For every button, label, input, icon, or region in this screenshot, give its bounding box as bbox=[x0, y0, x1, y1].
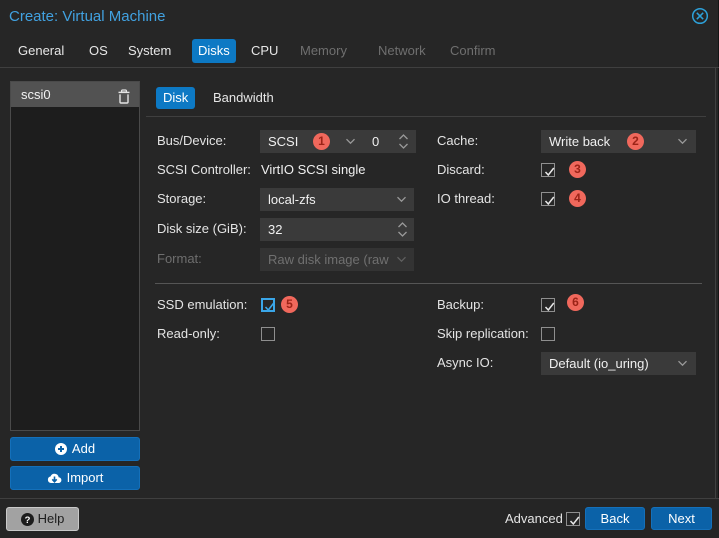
chevron-down-icon bbox=[678, 138, 687, 145]
create-vm-dialog: Create: Virtual Machine General OS Syste… bbox=[0, 0, 719, 538]
help-button-label: Help bbox=[37, 511, 65, 526]
ssd-emulation-checkbox[interactable] bbox=[261, 298, 275, 312]
disk-size-value: 32 bbox=[268, 222, 283, 237]
spinner-arrows-icon bbox=[398, 222, 407, 237]
annotation-badge-5: 5 bbox=[281, 296, 298, 313]
add-button[interactable]: Add bbox=[10, 437, 140, 461]
bus-device-combo[interactable]: SCSI 1 0 bbox=[260, 130, 416, 153]
panel-tab-separator bbox=[146, 116, 706, 117]
backup-label: Backup: bbox=[437, 297, 484, 312]
disk-size-label: Disk size (GiB): bbox=[157, 221, 247, 236]
backup-checkbox[interactable] bbox=[541, 298, 555, 312]
advanced-checkbox[interactable] bbox=[566, 512, 580, 526]
plus-circle-icon bbox=[54, 443, 67, 455]
tab-system[interactable]: System bbox=[128, 38, 171, 64]
storage-value: local-zfs bbox=[268, 192, 316, 207]
annotation-badge-6: 6 bbox=[567, 294, 584, 311]
check-icon bbox=[569, 516, 579, 525]
format-label: Format: bbox=[157, 251, 202, 266]
tabbar-separator bbox=[0, 67, 719, 68]
dialog-title: Create: Virtual Machine bbox=[9, 8, 166, 25]
footer-bar: ? Help Advanced Back Next bbox=[0, 498, 719, 538]
close-icon[interactable] bbox=[691, 7, 709, 25]
tab-cpu[interactable]: CPU bbox=[251, 38, 278, 64]
cache-label: Cache: bbox=[437, 133, 479, 148]
tab-bandwidth[interactable]: Bandwidth bbox=[213, 87, 274, 109]
bus-device-label: Bus/Device: bbox=[157, 133, 227, 148]
disk-list-item-scsi0[interactable]: scsi0 bbox=[11, 82, 139, 107]
annotation-badge-1: 1 bbox=[313, 133, 330, 150]
chevron-down-icon bbox=[397, 256, 406, 263]
question-circle-icon: ? bbox=[20, 512, 34, 526]
read-only-label: Read-only: bbox=[157, 326, 220, 341]
chevron-down-icon bbox=[397, 196, 406, 203]
discard-checkbox[interactable] bbox=[541, 163, 555, 177]
ssd-emulation-label: SSD emulation: bbox=[157, 297, 248, 312]
back-button[interactable]: Back bbox=[585, 507, 645, 530]
tab-disk[interactable]: Disk bbox=[156, 87, 196, 109]
read-only-checkbox[interactable] bbox=[261, 327, 275, 341]
disk-list-panel: scsi0 bbox=[10, 81, 140, 431]
format-combo: Raw disk image (raw bbox=[260, 248, 414, 271]
spinner-arrows-icon bbox=[399, 134, 408, 149]
advanced-label: Advanced bbox=[505, 511, 563, 526]
import-button[interactable]: Import bbox=[10, 466, 140, 490]
advanced-divider bbox=[155, 283, 702, 284]
tab-memory: Memory bbox=[300, 43, 347, 58]
next-button[interactable]: Next bbox=[651, 507, 712, 530]
help-button[interactable]: ? Help bbox=[6, 507, 79, 531]
io-thread-checkbox[interactable] bbox=[541, 192, 555, 206]
async-io-label: Async IO: bbox=[437, 355, 494, 370]
check-icon bbox=[544, 196, 554, 205]
skip-replication-checkbox[interactable] bbox=[541, 327, 555, 341]
tab-general[interactable]: General bbox=[18, 38, 64, 64]
annotation-badge-4: 4 bbox=[569, 190, 586, 207]
async-io-combo[interactable]: Default (io_uring) bbox=[541, 352, 696, 375]
tab-network: Network bbox=[378, 43, 426, 58]
storage-label: Storage: bbox=[157, 191, 207, 206]
bus-device-port-value: 0 bbox=[372, 134, 380, 149]
cloud-import-icon bbox=[47, 473, 61, 484]
wizard-tabbar: General OS System Disks CPU Memory Netwo… bbox=[0, 38, 719, 67]
disk-item-label: scsi0 bbox=[21, 87, 51, 102]
check-icon bbox=[264, 302, 274, 311]
check-icon bbox=[544, 302, 554, 311]
tab-confirm: Confirm bbox=[450, 43, 496, 58]
panel-right-border bbox=[715, 67, 716, 499]
tab-disks[interactable]: Disks bbox=[192, 39, 236, 63]
scsi-controller-label: SCSI Controller: bbox=[157, 162, 251, 177]
chevron-down-icon bbox=[346, 138, 355, 145]
chevron-down-icon bbox=[678, 360, 687, 367]
bus-device-value: SCSI bbox=[268, 134, 299, 149]
discard-label: Discard: bbox=[437, 162, 485, 177]
import-button-label: Import bbox=[66, 470, 104, 485]
check-icon bbox=[544, 167, 554, 176]
delete-disk-icon[interactable] bbox=[117, 87, 131, 104]
annotation-badge-3: 3 bbox=[569, 161, 586, 178]
format-value: Raw disk image (raw bbox=[268, 252, 389, 267]
annotation-badge-2: 2 bbox=[627, 133, 644, 150]
io-thread-label: IO thread: bbox=[437, 191, 495, 206]
skip-replication-label: Skip replication: bbox=[437, 326, 529, 341]
add-button-label: Add bbox=[71, 441, 96, 456]
cache-combo[interactable]: Write back 2 bbox=[541, 130, 696, 153]
cache-value: Write back bbox=[549, 134, 611, 149]
storage-combo[interactable]: local-zfs bbox=[260, 188, 414, 211]
scsi-controller-value: VirtIO SCSI single bbox=[261, 162, 366, 177]
tab-os[interactable]: OS bbox=[89, 38, 108, 64]
svg-text:?: ? bbox=[24, 514, 30, 525]
disk-size-spinner[interactable]: 32 bbox=[260, 218, 414, 241]
async-io-value: Default (io_uring) bbox=[549, 356, 649, 371]
